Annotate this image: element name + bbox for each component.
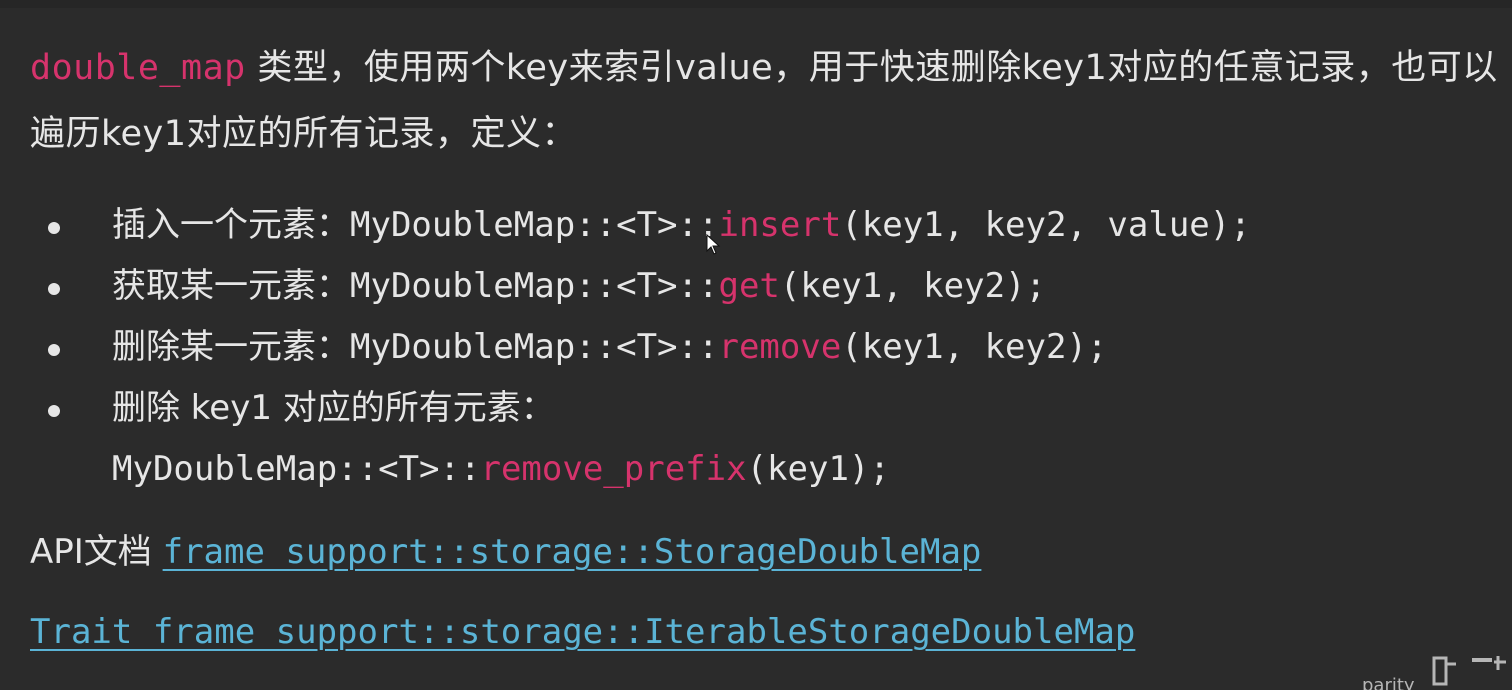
- method-func: remove: [718, 327, 842, 367]
- method-func: insert: [718, 205, 842, 245]
- trait-doc-link[interactable]: Trait frame_support::storage::IterableSt…: [30, 612, 1135, 652]
- method-list: 插入一个元素：MyDoubleMap::<T>::insert(key1, ke…: [30, 195, 1500, 500]
- intro-paragraph: double_map 类型，使用两个key来索引value，用于快速删除key1…: [30, 35, 1500, 167]
- trait-doc-line: Trait frame_support::storage::IterableSt…: [30, 602, 1500, 662]
- logo-icon: [1432, 654, 1512, 690]
- intro-text: 类型，使用两个key来索引value，用于快速删除key1对应的任意记录，也可以…: [30, 48, 1498, 154]
- method-label: 插入一个元素：: [112, 205, 350, 245]
- watermark: parity: [1352, 656, 1512, 690]
- slide-content: double_map 类型，使用两个key来索引value，用于快速删除key1…: [30, 35, 1500, 690]
- bullet-icon: [48, 405, 60, 417]
- bullet-icon: [48, 344, 60, 356]
- api-doc-line: API文档 frame_support::storage::StorageDou…: [30, 522, 1500, 582]
- list-item-insert: 插入一个元素：MyDoubleMap::<T>::insert(key1, ke…: [30, 195, 1500, 256]
- method-prefix: MyDoubleMap::<T>::: [112, 449, 481, 489]
- method-func: remove_prefix: [480, 449, 747, 489]
- list-item-remove-prefix: 删除 key1 对应的所有元素： MyDoubleMap::<T>::remov…: [30, 378, 1500, 500]
- method-args: (key1, key2);: [841, 327, 1108, 367]
- list-item-get: 获取某一元素：MyDoubleMap::<T>::get(key1, key2)…: [30, 256, 1500, 317]
- bullet-icon: [48, 222, 60, 234]
- list-item-remove: 删除某一元素：MyDoubleMap::<T>::remove(key1, ke…: [30, 317, 1500, 378]
- method-args: (key1);: [746, 449, 890, 489]
- api-doc-label: API文档: [30, 532, 163, 572]
- method-args: (key1, key2);: [779, 266, 1046, 306]
- top-strip: [0, 0, 1512, 8]
- method-label: 获取某一元素：: [112, 266, 350, 306]
- method-label: 删除 key1 对应的所有元素：: [112, 388, 555, 428]
- method-func: get: [718, 266, 780, 306]
- watermark-brand: parity: [1362, 675, 1415, 690]
- method-prefix: MyDoubleMap::<T>::: [350, 266, 719, 306]
- method-label: 删除某一元素：: [112, 327, 350, 367]
- api-doc-link[interactable]: frame_support::storage::StorageDoubleMap: [163, 532, 982, 572]
- intro-code-term: double_map: [30, 48, 246, 88]
- method-prefix: MyDoubleMap::<T>::: [350, 327, 719, 367]
- method-args: (key1, key2, value);: [841, 205, 1251, 245]
- bullet-icon: [48, 283, 60, 295]
- method-prefix: MyDoubleMap::<T>::: [350, 205, 719, 245]
